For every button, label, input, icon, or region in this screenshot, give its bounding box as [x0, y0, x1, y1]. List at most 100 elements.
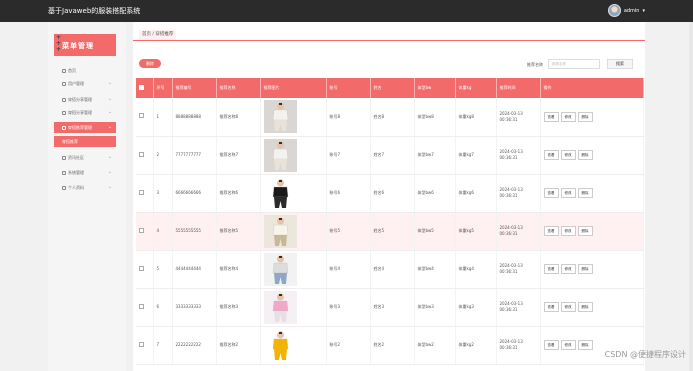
table-row[interactable]: 5 4444444444 推荐名称4 账号4 姓名4 体型bw4 体重kg4 2024-03-… [136, 250, 644, 289]
recommend-time: 2024-03-13 00:36:31 [496, 98, 541, 137]
table-row[interactable]: 3 6666666666 推荐名称6 账号6 姓名6 体型bw6 体重kg6 2024-03-… [136, 174, 644, 213]
delete-row-button[interactable]: 删除 [577, 302, 593, 312]
row-checkbox[interactable] [139, 189, 144, 195]
person-name: 姓名5 [370, 212, 415, 251]
sidebar-item-label: 穿搭分享管理 [68, 110, 92, 115]
sidebar-item-label: 系统管理 [68, 170, 84, 175]
recommend-image-cell [260, 288, 327, 327]
clothing-photo[interactable] [263, 138, 297, 172]
sidebar-item-0[interactable]: 首页 [54, 65, 116, 76]
edit-button[interactable]: 修改 [560, 111, 576, 122]
search-button[interactable]: 搜索 [607, 59, 633, 69]
table-row[interactable]: 4 5555555555 推荐名称5 账号5 姓名5 体型bw5 体重kg5 2024-03-… [136, 212, 644, 251]
row-checkbox[interactable] [139, 113, 144, 119]
edit-button[interactable]: 修改 [560, 340, 576, 350]
view-button[interactable]: 查看 [543, 302, 559, 312]
clothing-photo[interactable] [263, 176, 297, 210]
row-select-cell [136, 174, 154, 213]
edit-button[interactable]: 修改 [560, 188, 576, 198]
sidebar-item-2[interactable]: 穿搭分享管理 ⌄ [54, 94, 116, 105]
row-checkbox[interactable] [139, 265, 144, 271]
delete-row-button[interactable]: 删除 [577, 340, 593, 350]
recommend-time: 2024-03-13 00:36:31 [496, 136, 541, 175]
delete-row-button[interactable]: 删除 [577, 226, 593, 236]
watermark: CSDN @便捷程序设计 [604, 350, 686, 359]
weight-kg: 体重kg6 [455, 174, 497, 213]
home-icon [62, 69, 66, 73]
view-button[interactable]: 查看 [543, 150, 559, 160]
view-button[interactable]: 查看 [543, 264, 559, 274]
sidebar-item-4[interactable]: 穿搭推荐管理 ⌄ [54, 122, 116, 133]
table-row[interactable]: 2 7777777777 推荐名称7 账号7 姓名7 体型bw7 体重kg7 2024-03-… [136, 136, 644, 175]
clothing-photo[interactable] [263, 252, 297, 286]
breadcrumb-home[interactable]: 首页 [142, 32, 151, 37]
delete-row-button[interactable]: 删除 [577, 264, 593, 274]
edit-button[interactable]: 修改 [560, 302, 576, 312]
row-checkbox[interactable] [139, 341, 144, 347]
delete-row-button[interactable]: 删除 [577, 150, 593, 160]
scrollbar[interactable] [689, 22, 693, 371]
sidebar-item-3[interactable]: 穿搭分享管理 ⌄ [54, 107, 116, 118]
search-input[interactable]: 推荐名称 [548, 59, 600, 69]
search-label: 推荐名称 [527, 62, 543, 67]
sidebar-item-8[interactable]: 个人资料 ⌄ [54, 182, 116, 193]
sidebar-item-label: 穿搭推荐管理 [68, 125, 92, 130]
recommend-name: 推荐名称8 [216, 98, 261, 137]
chevron-down-icon[interactable]: ▾ [642, 8, 645, 14]
select-all-checkbox[interactable] [139, 85, 144, 90]
user-menu[interactable]: admin ▾ [607, 4, 645, 17]
row-index: 7 [153, 326, 173, 365]
table-row[interactable]: 7 2222222222 推荐名称2 账号2 姓名2 体型bw2 体重kg2 2024-03-… [136, 326, 644, 365]
row-checkbox[interactable] [139, 151, 144, 157]
folder-icon [62, 186, 66, 190]
person-name: 姓名4 [370, 250, 415, 289]
clothing-photo[interactable] [263, 214, 297, 248]
recommend-image-cell [260, 326, 327, 365]
row-actions: 查看 修改 删除 [540, 136, 644, 175]
delete-row-button[interactable]: 删除 [577, 111, 593, 122]
view-button[interactable]: 查看 [543, 226, 559, 236]
recommend-code: 2222222222 [172, 326, 217, 365]
account: 账号6 [326, 174, 371, 213]
recommend-name: 推荐名称3 [216, 288, 261, 327]
delete-button[interactable]: 删除 [139, 59, 161, 68]
view-button[interactable]: 查看 [543, 111, 559, 122]
sidebar-item-6[interactable]: 资讯社区 ⌄ [54, 152, 116, 163]
recommend-time: 2024-03-13 00:36:31 [496, 250, 541, 289]
sidebar-item-5[interactable]: 穿搭推荐 [54, 136, 116, 147]
sidebar-item-label: 资讯社区 [68, 155, 84, 160]
clothing-photo[interactable] [263, 328, 297, 362]
avatar[interactable] [607, 4, 621, 17]
recommend-image-cell [260, 212, 327, 251]
sidebar-item-label: 首页 [68, 68, 76, 73]
recommend-code: 4444444444 [172, 250, 217, 289]
clothing-photo[interactable] [263, 290, 297, 324]
sidebar-item-label: 穿搭分享管理 [68, 97, 92, 102]
column-header: 推荐时间 [496, 78, 541, 98]
sidebar-item-1[interactable]: 用户管理 ⌄ [54, 78, 116, 89]
row-checkbox[interactable] [139, 227, 144, 233]
row-actions: 查看 修改 删除 [540, 174, 644, 213]
clothing-photo[interactable] [263, 100, 297, 134]
select-all-header[interactable] [136, 78, 154, 98]
table-row[interactable]: 6 3333333333 推荐名称3 账号3 姓名3 体型bw3 体重kg3 2024-03-… [136, 288, 644, 327]
view-button[interactable]: 查看 [543, 340, 559, 350]
recommend-name: 推荐名称4 [216, 250, 261, 289]
sidebar-item-7[interactable]: 系统管理 ⌄ [54, 167, 116, 178]
edit-button[interactable]: 修改 [560, 264, 576, 274]
breadcrumb-tab[interactable]: 首页 / 穿搭推荐 [139, 30, 177, 40]
view-button[interactable]: 查看 [543, 188, 559, 198]
chevron-down-icon: ⌄ [107, 109, 112, 115]
username[interactable]: admin [624, 8, 640, 14]
account: 账号7 [326, 136, 371, 175]
table-row[interactable]: 1 8888888888 推荐名称8 账号8 姓名8 体型bw8 体重kg8 2024-03-… [136, 98, 644, 137]
edit-button[interactable]: 修改 [560, 150, 576, 160]
delete-row-button[interactable]: 删除 [577, 188, 593, 198]
account: 账号3 [326, 288, 371, 327]
body-bw: 体型bw2 [414, 326, 456, 365]
row-checkbox[interactable] [139, 303, 144, 309]
sidebar-item-label: 穿搭推荐 [62, 139, 78, 144]
recommend-image-cell [260, 98, 327, 137]
edit-button[interactable]: 修改 [560, 226, 576, 236]
weight-kg: 体重kg3 [455, 288, 497, 327]
